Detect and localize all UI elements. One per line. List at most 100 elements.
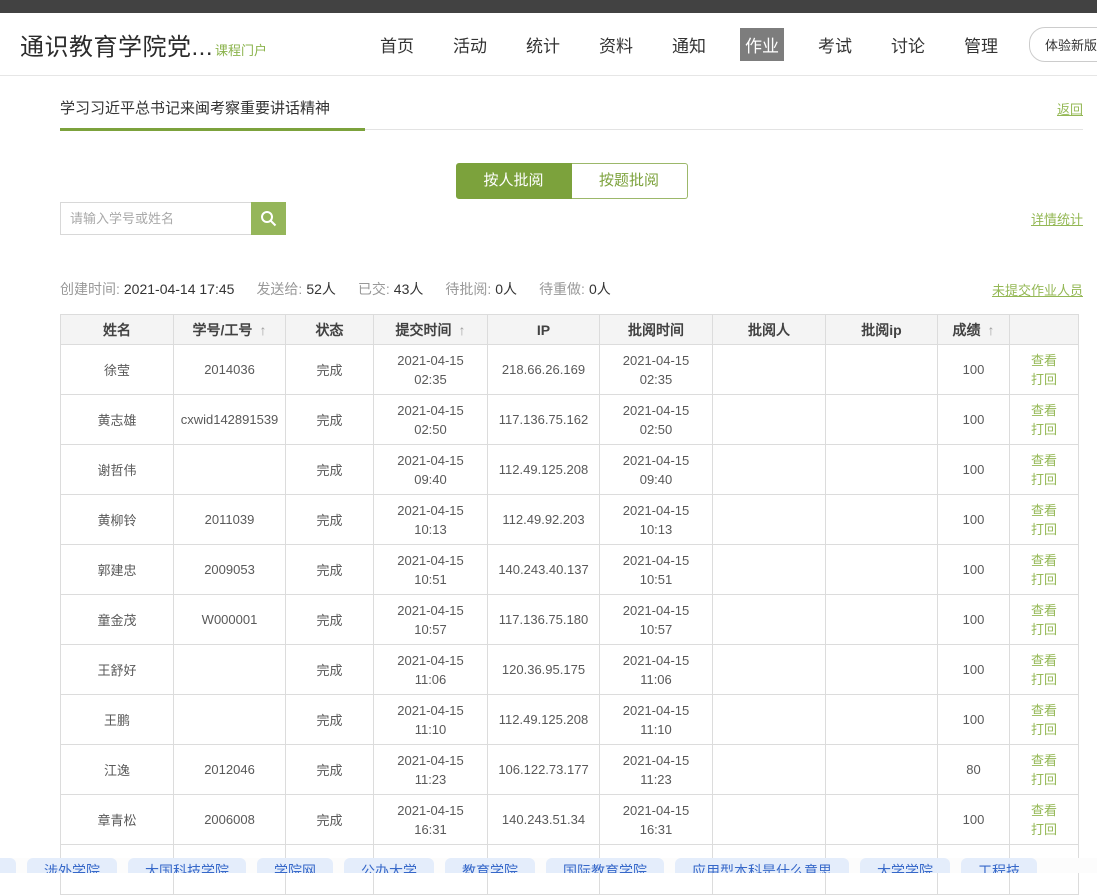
actions-cell: 查看打回 <box>1010 695 1079 745</box>
return-action-link[interactable]: 打回 <box>1012 470 1076 489</box>
footer-link-4[interactable]: 公办大学 <box>344 858 434 873</box>
view-action-link[interactable]: 查看 <box>1012 701 1076 720</box>
view-action-link[interactable]: 查看 <box>1012 651 1076 670</box>
column-header-3[interactable]: 提交时间↑ <box>374 315 488 345</box>
column-header-9 <box>1010 315 1079 345</box>
id-cell <box>174 445 286 495</box>
nav-item-manage[interactable]: 管理 <box>959 28 1003 61</box>
id-cell <box>174 695 286 745</box>
nav-item-exam[interactable]: 考试 <box>813 28 857 61</box>
view-action-link[interactable]: 查看 <box>1012 601 1076 620</box>
score-cell: 80 <box>938 745 1010 795</box>
back-link[interactable]: 返回 <box>1057 99 1083 118</box>
nav-item-materials[interactable]: 资料 <box>594 28 638 61</box>
id-cell: 2012046 <box>174 745 286 795</box>
review-ip-cell <box>826 495 938 545</box>
return-action-link[interactable]: 打回 <box>1012 520 1076 539</box>
column-header-1[interactable]: 学号/工号↑ <box>174 315 286 345</box>
name-cell: 童金茂 <box>61 595 174 645</box>
bookmarks-bar: 学院涉外学院大国科技学院学院网公办大学教育学院国际教育学院应用型本科是什么意思大… <box>0 858 1097 873</box>
actions-cell: 查看打回 <box>1010 445 1079 495</box>
table-row: 谢哲伟完成2021-04-1509:40112.49.125.2082021-0… <box>61 445 1079 495</box>
column-header-2: 状态 <box>286 315 374 345</box>
table-row: 徐莹2014036完成2021-04-1502:35218.66.26.1692… <box>61 345 1079 395</box>
review-ip-cell <box>826 695 938 745</box>
return-action-link[interactable]: 打回 <box>1012 620 1076 639</box>
name-cell: 郭建忠 <box>61 545 174 595</box>
footer-link-7[interactable]: 应用型本科是什么意思 <box>675 858 849 873</box>
submit-time-cell: 2021-04-1510:51 <box>374 545 488 595</box>
footer-link-1[interactable]: 涉外学院 <box>27 858 117 873</box>
reviewer-cell <box>713 545 826 595</box>
score-cell: 100 <box>938 345 1010 395</box>
name-cell: 谢哲伟 <box>61 445 174 495</box>
id-cell: 2009053 <box>174 545 286 595</box>
score-cell: 100 <box>938 695 1010 745</box>
view-action-link[interactable]: 查看 <box>1012 501 1076 520</box>
course-portal-link[interactable]: 课程门户 <box>215 40 267 59</box>
nav-item-activity[interactable]: 活动 <box>448 28 492 61</box>
details-stats-link[interactable]: 详情统计 <box>1031 209 1083 228</box>
actions-cell: 查看打回 <box>1010 395 1079 445</box>
footer-link-6[interactable]: 国际教育学院 <box>546 858 664 873</box>
score-cell: 100 <box>938 395 1010 445</box>
status-cell: 完成 <box>286 545 374 595</box>
title-row: 学习习近平总书记来闽考察重要讲话精神 返回 <box>60 76 1083 130</box>
ip-cell: 106.122.73.177 <box>488 745 600 795</box>
not-submitted-link[interactable]: 未提交作业人员 <box>992 280 1083 299</box>
ip-cell: 112.49.125.208 <box>488 695 600 745</box>
review-time-cell: 2021-04-1502:50 <box>600 395 713 445</box>
footer-link-3[interactable]: 学院网 <box>257 858 333 873</box>
column-header-8[interactable]: 成绩↑ <box>938 315 1010 345</box>
table-row: 童金茂W000001完成2021-04-1510:57117.136.75.18… <box>61 595 1079 645</box>
id-cell: 2011039 <box>174 495 286 545</box>
view-action-link[interactable]: 查看 <box>1012 551 1076 570</box>
column-header-0: 姓名 <box>61 315 174 345</box>
search-input[interactable] <box>60 202 251 235</box>
view-action-link[interactable]: 查看 <box>1012 451 1076 470</box>
return-action-link[interactable]: 打回 <box>1012 820 1076 839</box>
review-ip-cell <box>826 745 938 795</box>
reviewer-cell <box>713 645 826 695</box>
trial-new-version-button[interactable]: 体验新版 <box>1029 27 1097 62</box>
search-button[interactable] <box>251 202 286 235</box>
view-action-link[interactable]: 查看 <box>1012 801 1076 820</box>
tab-by-person[interactable]: 按人批阅 <box>456 163 572 199</box>
actions-cell: 查看打回 <box>1010 745 1079 795</box>
return-action-link[interactable]: 打回 <box>1012 720 1076 739</box>
submit-time-cell: 2021-04-1510:57 <box>374 595 488 645</box>
return-action-link[interactable]: 打回 <box>1012 420 1076 439</box>
search-row: 详情统计 <box>60 202 1083 235</box>
status-cell: 完成 <box>286 395 374 445</box>
return-action-link[interactable]: 打回 <box>1012 670 1076 689</box>
footer-link-5[interactable]: 教育学院 <box>445 858 535 873</box>
view-action-link[interactable]: 查看 <box>1012 751 1076 770</box>
footer-link-2[interactable]: 大国科技学院 <box>128 858 246 873</box>
table-row: 黄柳铃2011039完成2021-04-1510:13112.49.92.203… <box>61 495 1079 545</box>
course-logo: 通识教育学院党... 课程门户 <box>20 27 267 62</box>
return-action-link[interactable]: 打回 <box>1012 370 1076 389</box>
top-dark-strip <box>0 0 1097 13</box>
view-action-link[interactable]: 查看 <box>1012 351 1076 370</box>
title-underline <box>60 128 365 131</box>
stat-item: 创建时间:2021-04-14 17:45 <box>60 279 234 299</box>
actions-cell: 查看打回 <box>1010 595 1079 645</box>
nav-item-home[interactable]: 首页 <box>375 28 419 61</box>
tab-by-question[interactable]: 按题批阅 <box>572 163 688 199</box>
footer-link-9[interactable]: 工程技 <box>961 858 1037 873</box>
actions-cell: 查看打回 <box>1010 795 1079 845</box>
nav-item-discussion[interactable]: 讨论 <box>886 28 930 61</box>
review-time-cell: 2021-04-1511:06 <box>600 645 713 695</box>
table-row: 郭建忠2009053完成2021-04-1510:51140.243.40.13… <box>61 545 1079 595</box>
nav-item-notice[interactable]: 通知 <box>667 28 711 61</box>
nav-item-homework[interactable]: 作业 <box>740 28 784 61</box>
footer-link-0[interactable]: 学院 <box>0 858 16 873</box>
ip-cell: 112.49.92.203 <box>488 495 600 545</box>
view-action-link[interactable]: 查看 <box>1012 401 1076 420</box>
reviewer-cell <box>713 445 826 495</box>
footer-link-8[interactable]: 大学学院 <box>860 858 950 873</box>
return-action-link[interactable]: 打回 <box>1012 770 1076 789</box>
column-header-6: 批阅人 <box>713 315 826 345</box>
nav-item-stats[interactable]: 统计 <box>521 28 565 61</box>
return-action-link[interactable]: 打回 <box>1012 570 1076 589</box>
